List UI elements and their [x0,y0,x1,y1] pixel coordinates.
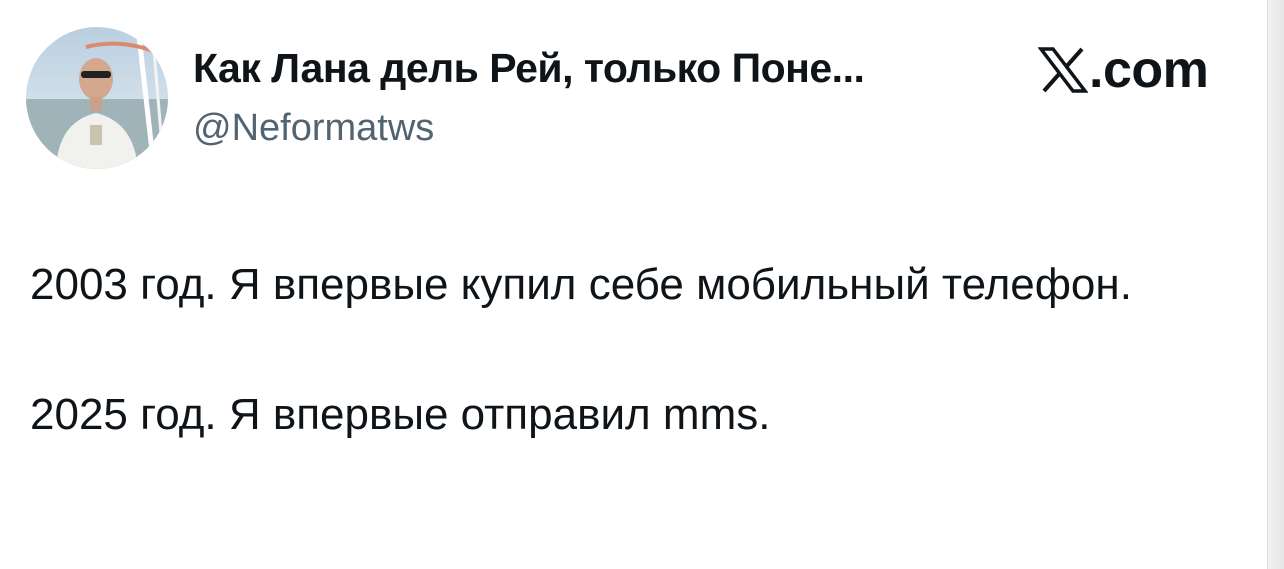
tweet-text: 2003 год. Я впервые купил себе мобильный… [30,252,1230,447]
tweet-card: Как Лана дель Рей, только Поне... @Nefor… [0,0,1268,569]
scrollbar-edge [1267,0,1284,569]
x-logo-icon [1038,45,1088,95]
author-handle[interactable]: @Neformatws [193,107,434,150]
avatar-photo [26,27,168,169]
brand-logo: .com [1038,40,1209,100]
tweet-paragraph: 2003 год. Я впервые купил себе мобильный… [30,260,1132,309]
tweet-paragraph: 2025 год. Я впервые отправил mms. [30,390,771,439]
brand-domain: .com [1089,41,1209,99]
author-avatar[interactable] [26,27,168,169]
author-name[interactable]: Как Лана дель Рей, только Поне... [193,45,865,92]
